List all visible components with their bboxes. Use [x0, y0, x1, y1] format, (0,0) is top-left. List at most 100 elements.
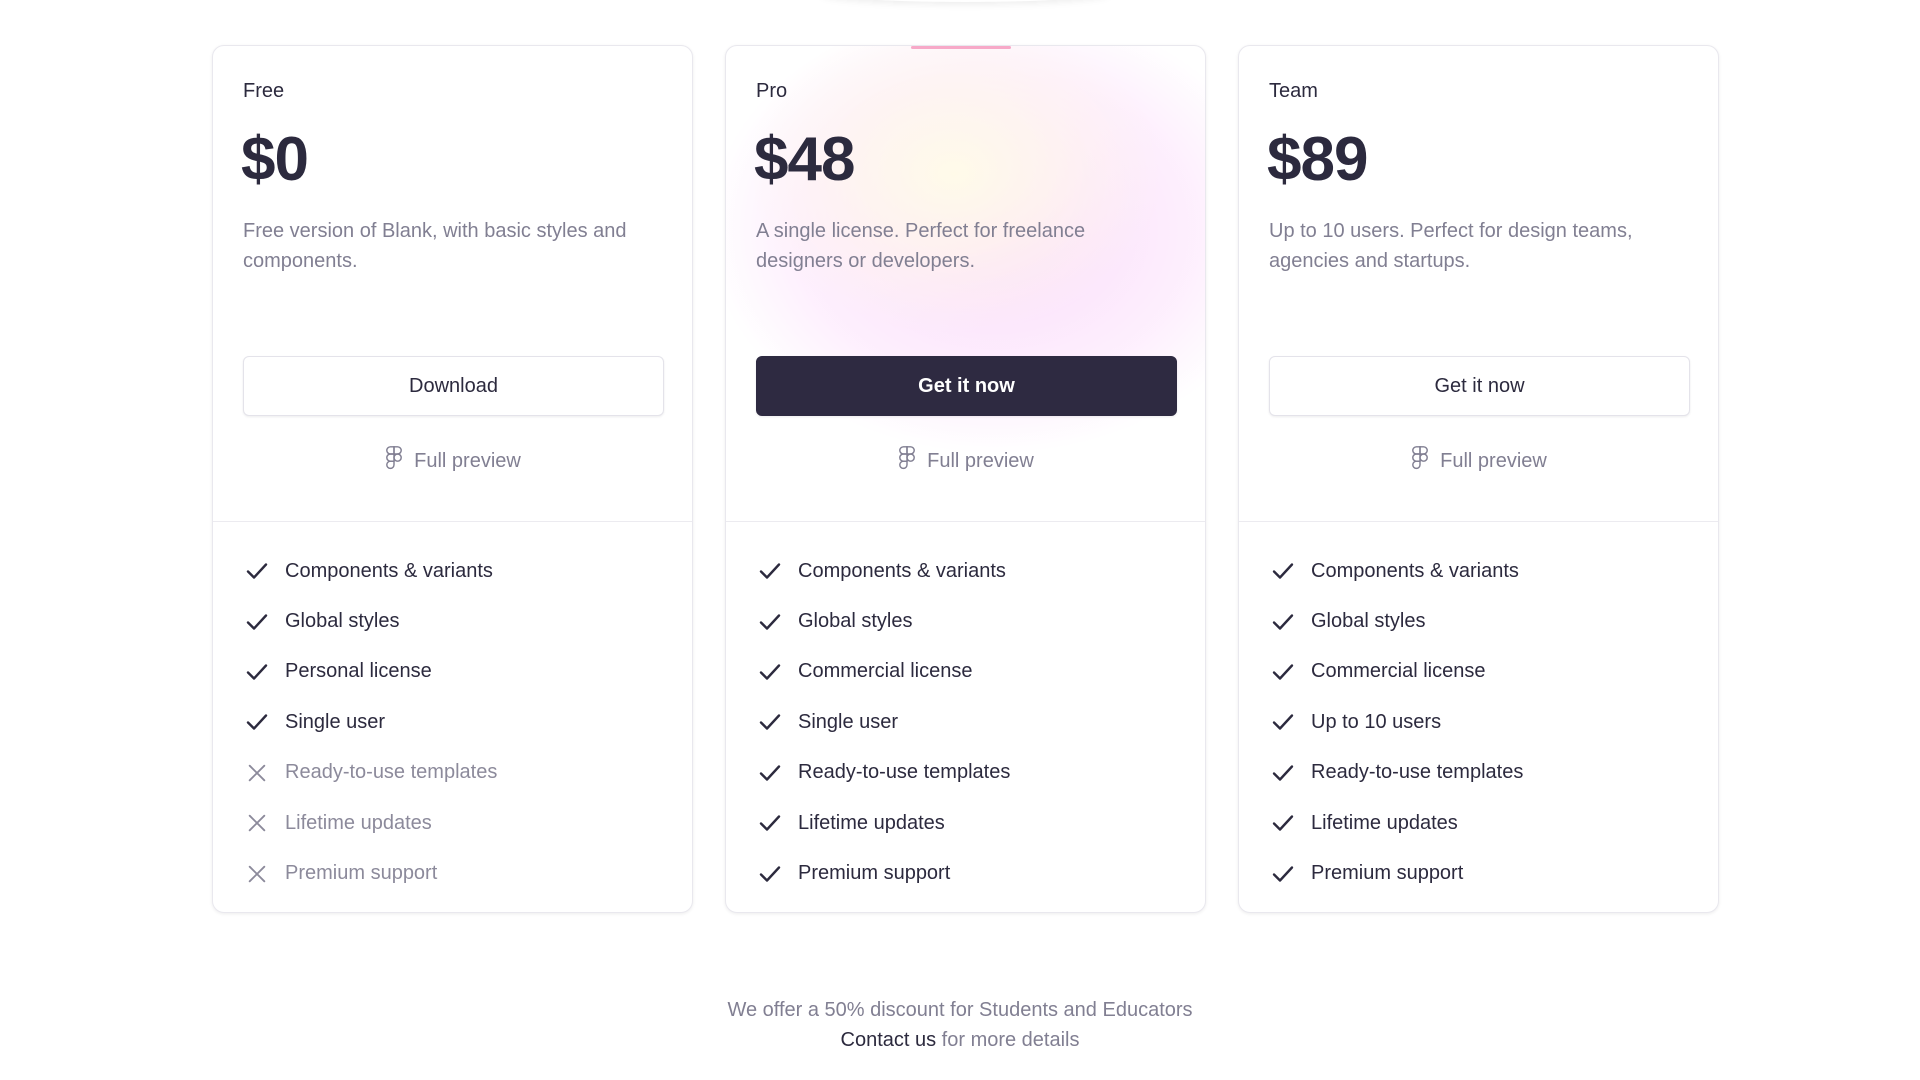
divider [213, 521, 692, 522]
figma-icon [897, 446, 917, 476]
plan-name: Team [1269, 80, 1318, 102]
feature-item: Personal license [243, 647, 497, 697]
feature-label: Components & variants [285, 559, 493, 582]
feature-label: Lifetime updates [798, 811, 945, 834]
feature-item-excluded: Premium support [243, 848, 497, 898]
plan-card-free: Free $0 Free version of Blank, with basi… [212, 45, 693, 913]
check-icon [1269, 759, 1297, 787]
feature-label: Components & variants [798, 559, 1006, 582]
top-decoration [820, 0, 1110, 2]
plan-description: Free version of Blank, with basic styles… [243, 220, 627, 272]
check-icon [756, 708, 784, 736]
full-preview-label: Full preview [1440, 449, 1547, 472]
feature-item: Global styles [1269, 596, 1523, 646]
divider [726, 521, 1205, 522]
feature-item: Global styles [243, 596, 497, 646]
check-icon [756, 608, 784, 636]
x-icon [243, 759, 271, 787]
feature-label: Personal license [285, 660, 432, 683]
feature-item: Up to 10 users [1269, 697, 1523, 747]
feature-label: Commercial license [1311, 660, 1486, 683]
feature-item-excluded: Lifetime updates [243, 798, 497, 848]
check-icon [1269, 557, 1297, 585]
check-icon [243, 708, 271, 736]
figma-icon [1410, 446, 1430, 476]
feature-item: Commercial license [756, 647, 1010, 697]
feature-label: Lifetime updates [1311, 811, 1458, 834]
check-icon [243, 557, 271, 585]
feature-item: Components & variants [243, 546, 497, 596]
feature-label: Up to 10 users [1311, 710, 1442, 733]
plan-header: Free $0 Free version of Blank, with basi… [213, 46, 692, 521]
feature-item-excluded: Ready-to-use templates [243, 748, 497, 798]
feature-item: Lifetime updates [1269, 798, 1523, 848]
feature-label: Premium support [1311, 862, 1464, 885]
feature-label: Global styles [798, 610, 913, 633]
contact-line: Contact us for more details [0, 1025, 1920, 1055]
feature-item: Commercial license [1269, 647, 1523, 697]
plan-name: Pro [756, 80, 788, 102]
feature-item: Single user [243, 697, 497, 747]
feature-item: Components & variants [1269, 546, 1523, 596]
feature-item: Lifetime updates [756, 798, 1010, 848]
feature-item: Premium support [756, 848, 1010, 898]
check-icon [243, 608, 271, 636]
pricing-cards: Free $0 Free version of Blank, with basi… [212, 45, 1720, 913]
plan-name: Free [243, 80, 285, 102]
full-preview-link[interactable]: Full preview [726, 446, 1205, 476]
feature-label: Global styles [1311, 610, 1426, 633]
feature-list: Components & variants Global styles Comm… [756, 546, 1010, 899]
x-icon [243, 860, 271, 888]
feature-label: Commercial license [798, 660, 973, 683]
feature-label: Single user [285, 710, 386, 733]
plan-card-team: Team $89 Up to 10 users. Perfect for des… [1238, 45, 1719, 913]
feature-list: Components & variants Global styles Pers… [243, 546, 497, 899]
discount-text: We offer a 50% discount for Students and… [727, 999, 1193, 1021]
feature-item: Ready-to-use templates [1269, 748, 1523, 798]
discount-note: We offer a 50% discount for Students and… [0, 995, 1920, 1055]
pricing-page: Free $0 Free version of Blank, with basi… [0, 0, 1920, 1080]
check-icon [756, 860, 784, 888]
feature-list: Components & variants Global styles Comm… [1269, 546, 1523, 899]
plan-description: Up to 10 users. Perfect for design teams… [1269, 220, 1633, 272]
feature-label: Premium support [285, 862, 438, 885]
x-icon [243, 809, 271, 837]
check-icon [756, 658, 784, 686]
check-icon [756, 759, 784, 787]
check-icon [1269, 658, 1297, 686]
get-it-now-button[interactable]: Get it now [1269, 356, 1690, 416]
check-icon [1269, 608, 1297, 636]
feature-item: Global styles [756, 596, 1010, 646]
plan-price: $0 [241, 125, 309, 194]
feature-label: Lifetime updates [285, 811, 432, 834]
check-icon [756, 809, 784, 837]
check-icon [1269, 809, 1297, 837]
feature-label: Ready-to-use templates [1311, 761, 1524, 784]
plan-header: Pro $48 A single license. Perfect for fr… [726, 46, 1205, 521]
check-icon [756, 557, 784, 585]
plan-card-pro: Pro $48 A single license. Perfect for fr… [725, 45, 1206, 913]
get-it-now-button[interactable]: Get it now [756, 356, 1177, 416]
full-preview-link[interactable]: Full preview [213, 446, 692, 476]
download-button[interactable]: Download [243, 356, 664, 416]
check-icon [243, 658, 271, 686]
contact-suffix: for more details [936, 1029, 1080, 1051]
plan-price: $89 [1267, 125, 1368, 194]
feature-item: Ready-to-use templates [756, 748, 1010, 798]
feature-item: Components & variants [756, 546, 1010, 596]
feature-item: Single user [756, 697, 1010, 747]
feature-label: Ready-to-use templates [798, 761, 1011, 784]
divider [1239, 521, 1718, 522]
full-preview-label: Full preview [414, 449, 521, 472]
plan-header: Team $89 Up to 10 users. Perfect for des… [1239, 46, 1718, 521]
check-icon [1269, 708, 1297, 736]
plan-description: A single license. Perfect for freelance … [756, 220, 1086, 272]
contact-us-link[interactable]: Contact us [841, 1029, 937, 1051]
feature-label: Premium support [798, 862, 951, 885]
plan-price: $48 [754, 125, 855, 194]
feature-label: Global styles [285, 610, 400, 633]
check-icon [1269, 860, 1297, 888]
feature-label: Single user [798, 710, 899, 733]
figma-icon [384, 446, 404, 476]
full-preview-link[interactable]: Full preview [1239, 446, 1718, 476]
